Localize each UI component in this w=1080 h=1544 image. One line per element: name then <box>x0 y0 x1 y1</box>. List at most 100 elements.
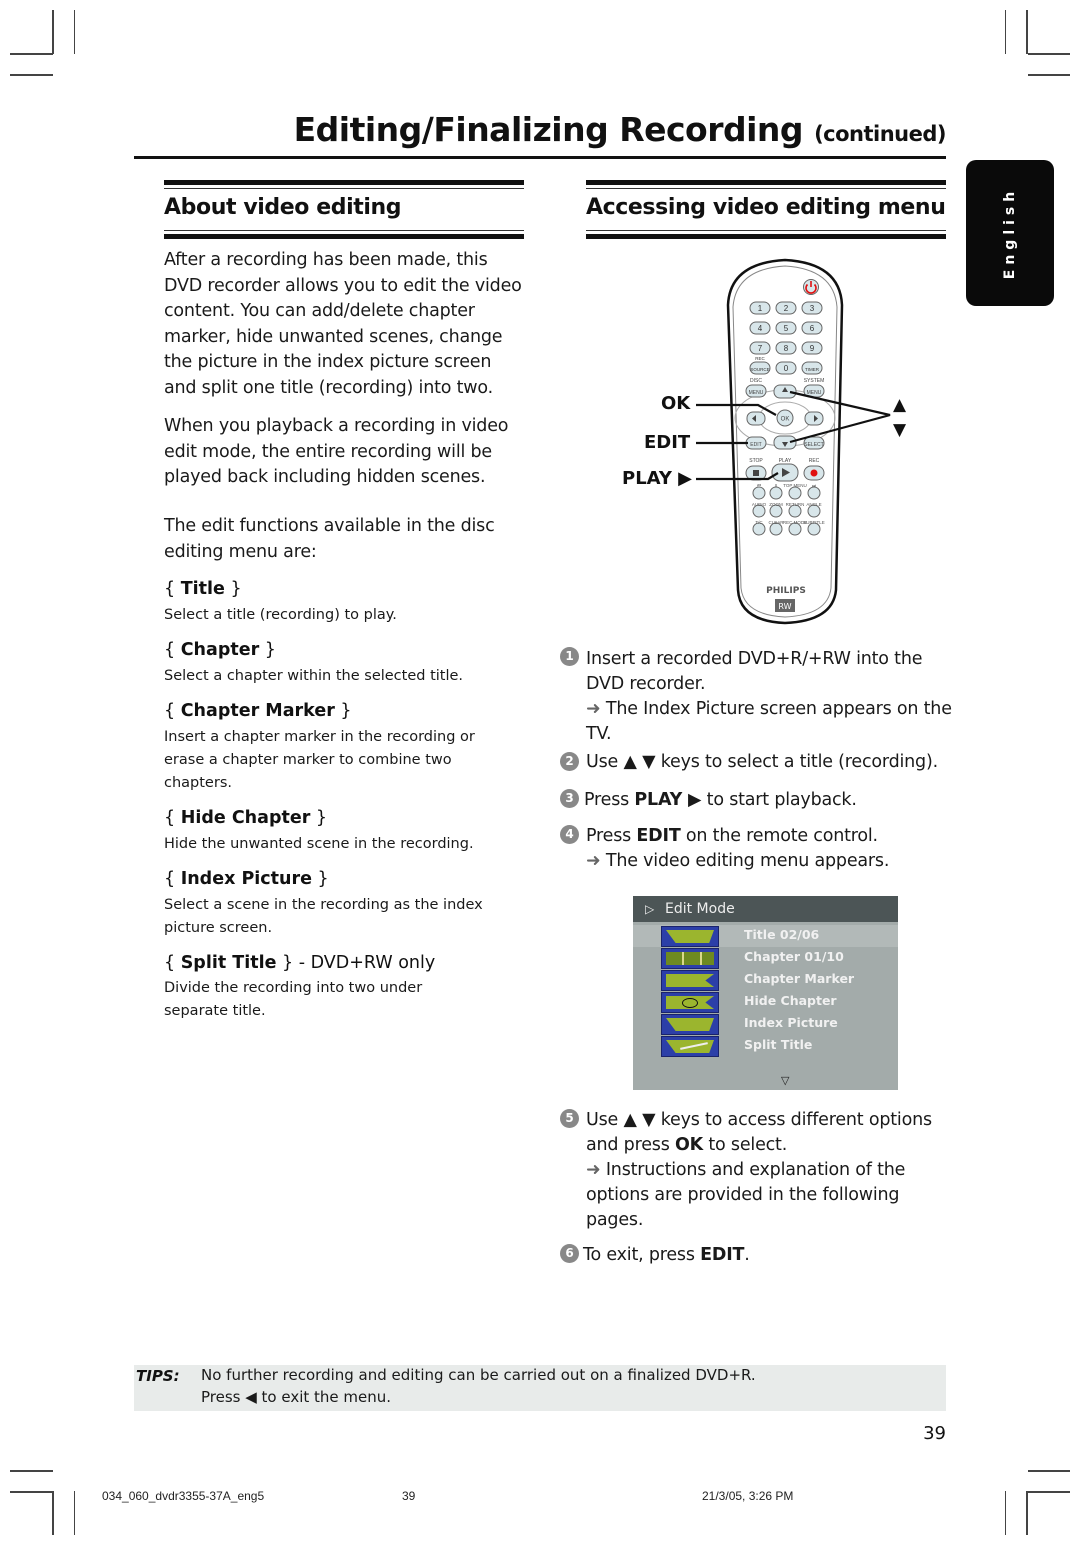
crop-mark <box>74 1491 75 1535</box>
split-title-scissors-icon <box>661 1036 719 1057</box>
hide-chapter-eye-icon <box>661 992 719 1013</box>
step-number-4: 4 <box>560 825 579 844</box>
tips-line-1: No further recording and editing can be … <box>201 1366 756 1384</box>
svg-text:RETURN: RETURN <box>786 502 805 507</box>
crop-mark <box>1028 1470 1070 1472</box>
remote-key-label: 7 <box>758 344 763 353</box>
step-4-text: Press EDIT on the remote control. <box>586 826 878 846</box>
remote-function-key <box>752 486 766 500</box>
title-rule <box>134 156 946 159</box>
svg-text:REC: REC <box>809 458 820 464</box>
svg-text:⏭: ⏭ <box>812 483 816 488</box>
step-number-2: 2 <box>560 752 579 771</box>
edit-menu-header: ▷ Edit Mode <box>633 896 898 922</box>
option-chapter-marker-heading: { Chapter Marker } <box>164 701 352 721</box>
crop-mark <box>74 10 75 54</box>
svg-text:SELECT: SELECT <box>804 442 823 448</box>
step-6-text: To exit, press EDIT. <box>583 1245 750 1265</box>
remote-key-label: 3 <box>810 304 815 313</box>
section-heading-about: About video editing <box>164 195 402 220</box>
crop-mark <box>10 1470 53 1472</box>
crop-mark <box>1026 10 1028 54</box>
svg-text:STOP: STOP <box>749 458 763 464</box>
crop-mark <box>10 53 53 55</box>
intro-paragraph: After a recording has been made, this DV… <box>164 250 522 398</box>
result-arrow-icon: ➜ <box>586 699 601 719</box>
svg-text:AUDIO: AUDIO <box>752 502 767 507</box>
language-tab-label: English <box>1002 186 1018 280</box>
step-number-6: 6 <box>560 1244 579 1263</box>
crop-mark <box>1028 53 1070 55</box>
option-chapter-description: Select a chapter within the selected tit… <box>164 668 464 684</box>
step-4-result: ➜ The video editing menu appears. <box>586 851 890 871</box>
option-index-picture-heading: { Index Picture } <box>164 869 329 889</box>
crop-mark <box>1026 1491 1028 1535</box>
menu-item-split-title[interactable]: Split Title <box>633 1035 898 1057</box>
svg-text:ZOOM: ZOOM <box>769 502 783 507</box>
chapter-icon <box>661 948 719 969</box>
option-index-picture-description: Select a scene in the recording as the i… <box>164 897 483 936</box>
play-outline-icon: ▷ <box>645 902 655 916</box>
page-title-text: Editing/Finalizing Recording <box>293 110 804 149</box>
menu-item-hide-chapter[interactable]: Hide Chapter <box>633 991 898 1013</box>
menu-item-title[interactable]: Title 02/06 <box>633 925 898 947</box>
remote-key-label: TIMER <box>805 367 820 372</box>
page-title: Editing/Finalizing Recording (continued) <box>293 110 947 149</box>
svg-text:II: II <box>775 483 778 488</box>
crop-mark <box>52 1491 54 1535</box>
crop-mark <box>1005 1491 1006 1535</box>
edit-menu-title: Edit Mode <box>665 901 735 917</box>
step-number-5: 5 <box>560 1109 579 1128</box>
crop-mark <box>10 1491 53 1493</box>
page-number: 39 <box>923 1423 946 1444</box>
section-heading-accessing: Accessing video editing menu <box>586 195 946 220</box>
step-5-text: Use ▲ ▼ keys to access different options… <box>586 1110 932 1155</box>
remote-function-key <box>788 486 802 500</box>
step-3-text: Press PLAY ▶ to start playback. <box>584 790 857 810</box>
chapter-marker-icon <box>661 970 719 991</box>
remote-label-edit: EDIT <box>644 432 691 453</box>
scroll-down-icon[interactable]: ▽ <box>781 1074 789 1087</box>
power-icon <box>803 279 819 295</box>
svg-text:PLAY: PLAY <box>779 458 792 464</box>
step-number-3: 3 <box>560 789 579 808</box>
step-1-result: ➜ The Index Picture screen appears on th… <box>586 699 952 744</box>
svg-text:MENU: MENU <box>807 390 822 396</box>
menu-item-chapter[interactable]: Chapter 01/10 <box>633 947 898 969</box>
tips-box: TIPS: No further recording and editing c… <box>134 1365 946 1411</box>
crop-mark <box>1028 1491 1070 1493</box>
footer-file: 034_060_dvdr3355-37A_eng5 <box>102 1489 265 1503</box>
remote-key-label: 1 <box>758 304 763 313</box>
remote-function-key <box>769 486 783 500</box>
svg-text:REC: REC <box>755 356 765 361</box>
remote-key-label: SOURCE <box>750 367 769 372</box>
playback-paragraph: When you playback a recording in video e… <box>164 416 509 487</box>
svg-text:SYSTEM: SYSTEM <box>804 378 825 384</box>
crop-mark <box>1005 10 1006 54</box>
step-2-text: Use ▲ ▼ keys to select a title (recordin… <box>586 752 938 772</box>
option-hide-chapter-heading: { Hide Chapter } <box>164 808 328 828</box>
remote-key-label: 5 <box>784 324 789 333</box>
svg-text:MENU: MENU <box>749 390 764 396</box>
crop-mark <box>10 74 53 76</box>
option-split-title-heading: { Split Title } - DVD+RW only <box>164 953 436 973</box>
step-1-text: Insert a recorded DVD+R/+RW into the DVD… <box>586 649 923 694</box>
option-hide-chapter-description: Hide the unwanted scene in the recording… <box>164 836 474 852</box>
edit-mode-menu: ▷ Edit Mode Title 02/06 Chapter 01/10 Ch… <box>633 896 898 1090</box>
option-title-heading: { Title } <box>164 579 242 599</box>
crop-mark <box>1028 74 1070 76</box>
step-number-1: 1 <box>560 647 579 666</box>
option-split-title-description: Divide the recording into two under sepa… <box>164 980 423 1019</box>
language-tab: English <box>966 160 1054 306</box>
remote-key-label: 0 <box>784 364 789 373</box>
menu-item-index-picture[interactable]: Index Picture <box>633 1013 898 1035</box>
index-picture-icon <box>661 1014 719 1035</box>
page-title-suffix: (continued) <box>814 122 946 146</box>
remote-key-label: 6 <box>810 324 815 333</box>
option-chapter-heading: { Chapter } <box>164 640 276 660</box>
option-chapter-marker-description: Insert a chapter marker in the recording… <box>164 729 475 791</box>
functions-paragraph: The edit functions available in the disc… <box>164 516 495 562</box>
menu-item-chapter-marker[interactable]: Chapter Marker <box>633 969 898 991</box>
remote-key-label: 8 <box>784 344 789 353</box>
svg-text:RW: RW <box>778 602 791 611</box>
